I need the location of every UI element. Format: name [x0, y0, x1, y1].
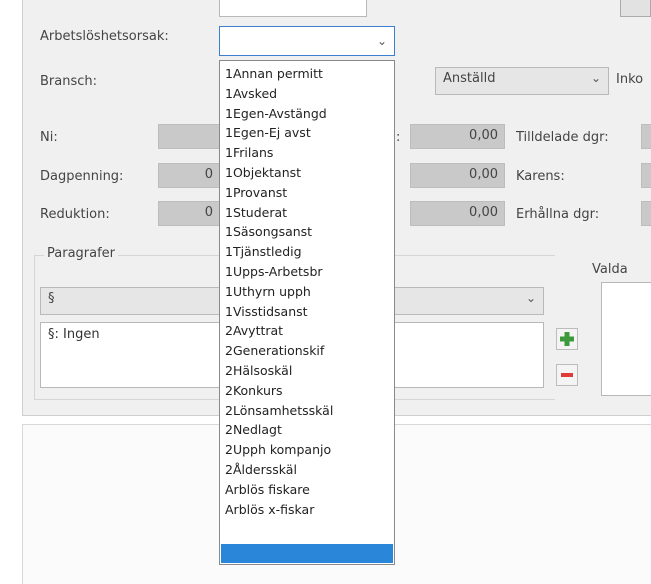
dropdown-option[interactable]: 2Lönsamhetsskäl: [220, 401, 394, 421]
daily-allowance-label: Dagpenning:: [40, 169, 124, 184]
dropdown-option[interactable]: 2Åldersskäl: [220, 460, 394, 480]
top-button[interactable]: [620, 0, 651, 17]
assigned-days-field: [641, 124, 651, 149]
received-days-field: [641, 201, 651, 226]
branch-label: Bransch:: [40, 74, 98, 89]
received-days-label: Erhållna dgr:: [516, 207, 600, 222]
chevron-down-icon[interactable]: ⌄: [526, 291, 536, 305]
dropdown-option[interactable]: 1Tjänstledig: [220, 242, 394, 262]
dropdown-option[interactable]: 2Hälsoskäl: [220, 361, 394, 381]
reason-dropdown-list[interactable]: 1Annan permitt 1Avsked 1Egen-Avstängd 1Egen…: [219, 60, 395, 565]
value-field-a: 0,00: [410, 124, 505, 149]
chosen-label: Valda: [592, 262, 628, 277]
remove-paragraph-button[interactable]: [556, 364, 578, 386]
employment-value: Anställd: [443, 71, 496, 86]
paragraph-select-value: §: [48, 291, 55, 306]
value-field-c: 0,00: [410, 201, 505, 226]
dropdown-option[interactable]: 1Visstidsanst: [220, 302, 394, 322]
dropdown-option[interactable]: 2Upph kompanjo: [220, 440, 394, 460]
dropdown-option[interactable]: 2Generationskif: [220, 341, 394, 361]
dropdown-option[interactable]: 2Avyttrat: [220, 321, 394, 341]
dropdown-option[interactable]: Arblös fiskare: [220, 480, 394, 500]
dropdown-option[interactable]: 1Uthyrn upph: [220, 282, 394, 302]
inko-label: Inko: [616, 72, 644, 87]
reduction-label: Reduktion:: [40, 207, 110, 222]
dropdown-options: 1Annan permitt 1Avsked 1Egen-Avstängd 1Egen…: [220, 61, 394, 519]
value-field-b: 0,00: [410, 163, 505, 188]
dropdown-option[interactable]: 1Studerat: [220, 203, 394, 223]
minus-icon: [561, 373, 573, 377]
ni-label: Ni:: [40, 130, 58, 145]
dropdown-option[interactable]: 1Upps-Arbetsbr: [220, 262, 394, 282]
reason-label: Arbetslöshetsorsak:: [40, 29, 169, 44]
chevron-down-icon[interactable]: ⌄: [591, 71, 601, 85]
paragraphs-group-label: Paragrafer: [44, 246, 119, 261]
dropdown-highlighted-item[interactable]: [221, 544, 393, 563]
waiting-period-field: [641, 163, 651, 188]
chosen-listbox[interactable]: [601, 282, 651, 396]
chevron-down-icon[interactable]: ⌄: [377, 34, 387, 48]
dropdown-option[interactable]: 1Avsked: [220, 84, 394, 104]
employment-combobox[interactable]: Anställd ⌄: [435, 67, 609, 95]
paragraph-text: §: Ingen: [48, 327, 100, 342]
assigned-days-label: Tilldelade dgr:: [516, 130, 609, 145]
daily-allowance-field: 0: [158, 163, 220, 188]
waiting-period-label: Karens:: [516, 169, 565, 184]
reduction-field: 0: [158, 201, 220, 226]
dropdown-option[interactable]: 1Provanst: [220, 183, 394, 203]
add-paragraph-button[interactable]: [556, 328, 578, 350]
dropdown-option[interactable]: 1Objektanst: [220, 163, 394, 183]
dropdown-option[interactable]: 2Konkurs: [220, 381, 394, 401]
dropdown-option[interactable]: 1Egen-Avstängd: [220, 104, 394, 124]
plus-icon: [560, 332, 574, 346]
dropdown-option[interactable]: 1Säsongsanst: [220, 222, 394, 242]
colon-fragment: :: [396, 130, 401, 145]
dropdown-option[interactable]: Arblös x-fiskar: [220, 500, 394, 520]
ni-field: [158, 124, 220, 149]
dropdown-option[interactable]: 2Nedlagt: [220, 420, 394, 440]
dropdown-option[interactable]: 1Egen-Ej avst: [220, 123, 394, 143]
top-textbox[interactable]: [219, 0, 367, 17]
reason-combobox[interactable]: ⌄: [219, 26, 395, 56]
dropdown-option[interactable]: 1Annan permitt: [220, 64, 394, 84]
dropdown-option[interactable]: 1Frilans: [220, 143, 394, 163]
